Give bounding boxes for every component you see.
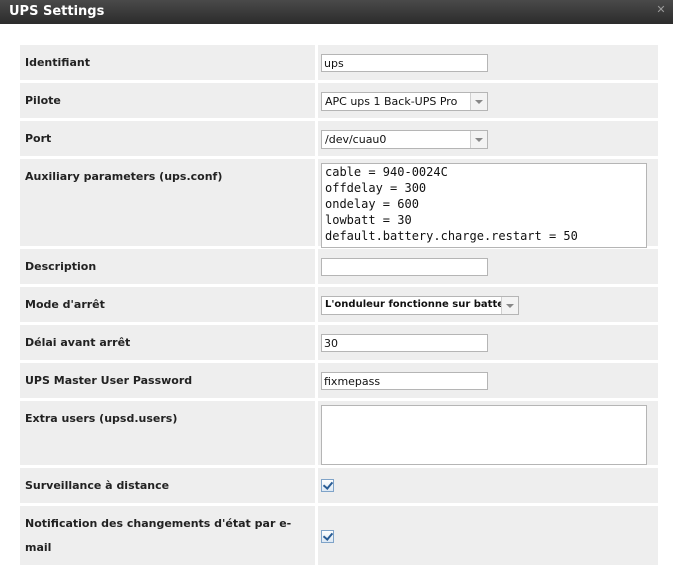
pilote-select-value: APC ups 1 Back-UPS Pro [325, 95, 458, 108]
chevron-down-icon[interactable] [470, 131, 487, 148]
password-label: UPS Master User Password [20, 363, 315, 398]
identifiant-label: Identifiant [20, 45, 315, 80]
ups-settings-form: Identifiant Pilote APC ups 1 Back-UPS Pr… [20, 45, 658, 568]
password-input[interactable] [321, 372, 488, 390]
row-mode: Mode d'arrêt L'onduleur fonctionne sur b… [20, 287, 658, 322]
mode-select[interactable]: L'onduleur fonctionne sur batterie [321, 296, 519, 315]
port-select[interactable]: /dev/cuau0 [321, 130, 488, 149]
aux-line: lowbatt = 30 [325, 213, 412, 227]
remote-checkbox[interactable] [321, 479, 334, 492]
row-delai: Délai avant arrêt [20, 325, 658, 360]
description-input[interactable] [321, 258, 488, 276]
aux-line: default.battery.charge.restart = 50 [325, 229, 578, 243]
email-label: Notification des changements d'état par … [20, 506, 315, 565]
row-email: Notification des changements d'état par … [20, 506, 658, 565]
row-pilote: Pilote APC ups 1 Back-UPS Pro [20, 83, 658, 118]
description-label: Description [20, 249, 315, 284]
aux-line: ondelay = 600 [325, 197, 419, 211]
row-remote: Surveillance à distance [20, 468, 658, 503]
mode-select-value: L'onduleur fonctionne sur batterie [325, 299, 501, 310]
aux-params-textarea[interactable]: cable = 940-0024C offdelay = 300 ondelay… [321, 163, 647, 248]
row-password: UPS Master User Password [20, 363, 658, 398]
chevron-down-icon[interactable] [501, 297, 518, 314]
delai-input[interactable] [321, 334, 488, 352]
aux-line: cable = 940-0024C [325, 165, 448, 179]
port-select-value: /dev/cuau0 [325, 133, 387, 146]
mode-label: Mode d'arrêt [20, 287, 315, 322]
delai-label: Délai avant arrêt [20, 325, 315, 360]
pilote-label: Pilote [20, 83, 315, 118]
port-label: Port [20, 121, 315, 156]
identifiant-input[interactable] [321, 54, 488, 72]
dialog-title: UPS Settings [9, 4, 105, 19]
row-description: Description [20, 249, 658, 284]
pilote-select[interactable]: APC ups 1 Back-UPS Pro [321, 92, 488, 111]
extra-users-textarea[interactable] [321, 405, 647, 465]
dialog-titlebar: UPS Settings ✕ [0, 0, 673, 24]
chevron-down-icon[interactable] [470, 93, 487, 110]
close-icon[interactable]: ✕ [655, 4, 667, 16]
row-aux-params: Auxiliary parameters (ups.conf) cable = … [20, 159, 658, 248]
aux-line: offdelay = 300 [325, 181, 427, 195]
email-checkbox[interactable] [321, 530, 334, 543]
extra-users-label: Extra users (upsd.users) [20, 401, 315, 465]
row-identifiant: Identifiant [20, 45, 658, 80]
remote-label: Surveillance à distance [20, 468, 315, 503]
aux-params-label: Auxiliary parameters (ups.conf) [20, 159, 315, 246]
row-extra-users: Extra users (upsd.users) [20, 401, 658, 465]
row-port: Port /dev/cuau0 [20, 121, 658, 156]
